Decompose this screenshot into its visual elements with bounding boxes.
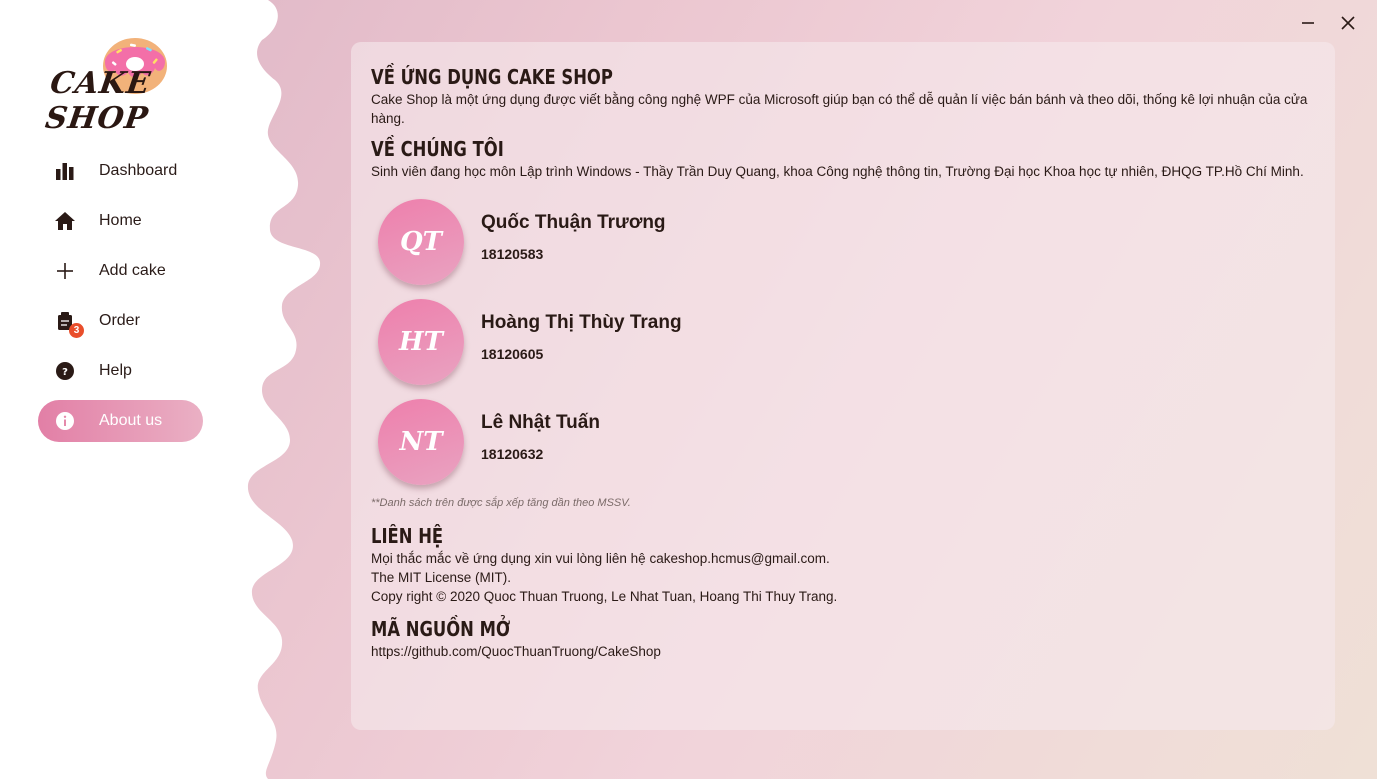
member-item: NT Lê Nhật Tuấn 18120632 xyxy=(378,399,1315,485)
member-id: 18120583 xyxy=(481,246,544,262)
about-app-description: Cake Shop là một ứng dụng được viết bằng… xyxy=(371,92,1308,126)
member-item: HT Hoàng Thị Thùy Trang 18120605 xyxy=(378,299,1315,385)
member-item: QT Quốc Thuận Trương 18120583 xyxy=(378,199,1315,285)
sidebar-item-label: Help xyxy=(99,362,132,379)
bar-chart-icon xyxy=(54,160,76,182)
contact-title: LIÊN HỆ xyxy=(371,524,444,548)
sidebar-item-help[interactable]: ? Help xyxy=(38,350,208,392)
sidebar-item-home[interactable]: Home xyxy=(38,200,208,242)
member-name: Quốc Thuận Trương xyxy=(481,212,666,233)
minimize-button[interactable] xyxy=(1297,12,1319,34)
info-icon xyxy=(54,410,76,432)
sidebar-item-order[interactable]: 3 Order xyxy=(38,300,208,342)
sidebar-item-dashboard[interactable]: Dashboard xyxy=(38,150,208,192)
app-logo: CAKE SHOP xyxy=(43,30,219,136)
contact-line: Mọi thắc mắc về ứng dụng xin vui lòng li… xyxy=(371,551,830,566)
sidebar-nav: Dashboard Home Add cake 3 Order ? Help A… xyxy=(38,150,208,450)
source-title: MÃ NGUỒN MỞ xyxy=(371,617,511,641)
source-link[interactable]: https://github.com/QuocThuanTruong/CakeS… xyxy=(371,642,1315,661)
sidebar-item-label: Home xyxy=(99,212,142,229)
sidebar-item-about-us[interactable]: About us xyxy=(38,400,203,442)
copyright-line: Copy right © 2020 Quoc Thuan Truong, Le … xyxy=(371,589,838,604)
svg-text:?: ? xyxy=(62,367,68,378)
sidebar-item-label: About us xyxy=(99,412,163,429)
close-button[interactable] xyxy=(1337,12,1359,34)
member-id: 18120632 xyxy=(481,446,544,462)
avatar: NT xyxy=(378,399,464,485)
member-list: QT Quốc Thuận Trương 18120583 HT Hoàng T… xyxy=(378,199,1315,485)
member-name: Lê Nhật Tuấn xyxy=(481,412,600,433)
about-us-description: Sinh viên đang học môn Lập trình Windows… xyxy=(371,164,1304,179)
about-app-title: VỀ ỨNG DỤNG CAKE SHOP xyxy=(371,65,613,89)
member-name: Hoàng Thị Thùy Trang xyxy=(481,312,682,333)
sort-note: **Danh sách trên được sắp xếp tăng dần t… xyxy=(371,497,631,509)
member-id: 18120605 xyxy=(481,346,544,362)
help-icon: ? xyxy=(54,360,76,382)
minimize-icon xyxy=(1302,22,1314,24)
avatar: QT xyxy=(378,199,464,285)
plus-icon xyxy=(54,260,76,282)
order-icon: 3 xyxy=(54,310,84,338)
license-line: The MIT License (MIT). xyxy=(371,570,512,585)
logo-text: CAKE SHOP xyxy=(43,66,154,136)
sidebar-item-label: Dashboard xyxy=(99,162,178,179)
close-icon xyxy=(1341,16,1355,30)
about-card: VỀ ỨNG DỤNG CAKE SHOP Cake Shop là một ứ… xyxy=(351,42,1335,730)
home-icon xyxy=(54,210,76,232)
sidebar-item-add-cake[interactable]: Add cake xyxy=(38,250,208,292)
order-count-badge: 3 xyxy=(69,323,84,338)
avatar: HT xyxy=(378,299,464,385)
sidebar-item-label: Order xyxy=(99,312,140,329)
sidebar-item-label: Add cake xyxy=(99,262,166,279)
about-us-title: VỀ CHÚNG TÔI xyxy=(371,137,504,161)
